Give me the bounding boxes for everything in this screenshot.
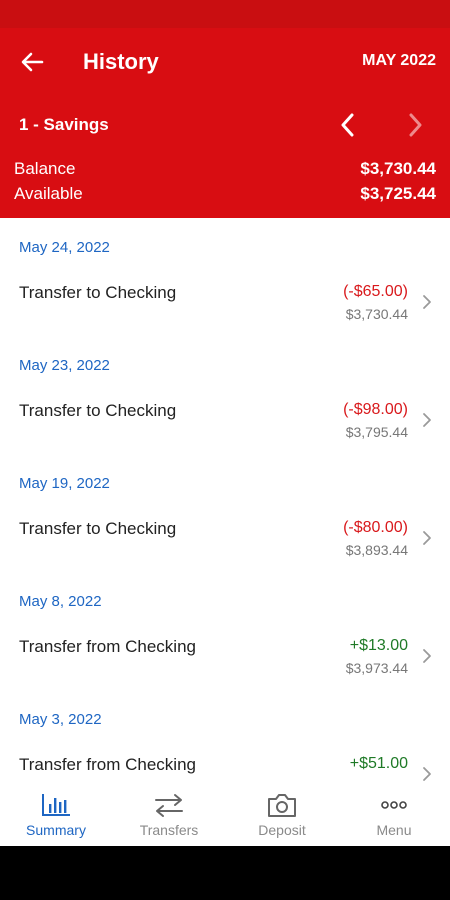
transaction-amount: (-$98.00) [343,401,408,418]
transaction-date: May 19, 2022 [19,475,110,492]
transaction-amount: (-$80.00) [343,519,408,536]
transaction-amount: +$13.00 [349,637,408,654]
header: History MAY 2022 1 - Savings Balance $3,… [0,28,450,218]
next-account-icon[interactable] [403,112,427,138]
tab-deposit[interactable]: Deposit [226,786,338,846]
transaction-description: Transfer from Checking [19,637,196,656]
app-screen: History MAY 2022 1 - Savings Balance $3,… [0,0,450,846]
transaction-date: May 24, 2022 [19,239,110,256]
bar-chart-icon [40,792,72,818]
chevron-right-icon [420,292,434,312]
camera-icon [266,792,298,818]
tab-transfers[interactable]: Transfers [113,786,225,846]
transaction-group: May 24, 2022 Transfer to Checking (-$65.… [0,218,450,336]
tab-label: Summary [26,822,86,838]
tab-label: Deposit [258,822,306,838]
available-label: Available [14,184,83,203]
transaction-group: May 3, 2022 Transfer from Checking +$51.… [0,690,450,786]
chevron-right-icon [420,528,434,548]
transaction-date: May 23, 2022 [19,357,110,374]
transaction-group: May 8, 2022 Transfer from Checking +$13.… [0,572,450,690]
previous-account-icon[interactable] [336,112,360,138]
more-dots-icon [378,792,410,818]
account-name: 1 - Savings [19,115,109,134]
transaction-date: May 3, 2022 [19,711,102,728]
transaction-balance: $3,893.44 [345,542,408,558]
chevron-right-icon [420,764,434,784]
transfer-arrows-icon [153,792,185,818]
tab-summary[interactable]: Summary [0,786,112,846]
month-label[interactable]: MAY 2022 [362,51,436,71]
transaction-description: Transfer to Checking [19,283,177,302]
transaction-row[interactable]: Transfer to Checking (-$98.00) $3,795.44 [0,386,450,454]
transaction-balance: $3,973.44 [345,660,408,676]
transaction-group: May 23, 2022 Transfer to Checking (-$98.… [0,336,450,454]
chevron-right-icon [420,410,434,430]
transaction-description: Transfer to Checking [19,401,177,420]
tab-label: Transfers [139,822,199,838]
transaction-description: Transfer from Checking [19,755,196,774]
transaction-row[interactable]: Transfer to Checking (-$80.00) $3,893.44 [0,504,450,572]
transaction-balance: $3,730.44 [345,306,408,322]
page-title: History [83,49,159,74]
transaction-row[interactable]: Transfer from Checking +$51.00 [0,740,450,786]
transaction-row[interactable]: Transfer to Checking (-$65.00) $3,730.44 [0,268,450,336]
tab-label: Menu [376,822,412,838]
status-bar [0,0,450,28]
transaction-date: May 8, 2022 [19,593,102,610]
chevron-right-icon [420,646,434,666]
transaction-amount: +$51.00 [349,755,408,772]
bottom-tab-bar: Summary Transfers Deposit Menu [0,786,450,846]
transaction-row[interactable]: Transfer from Checking +$13.00 $3,973.44 [0,622,450,690]
balance-value: $3,730.44 [360,159,436,178]
tab-menu[interactable]: Menu [338,786,450,846]
system-navigation-bar [0,846,450,900]
available-value: $3,725.44 [360,184,436,203]
transaction-balance: $3,795.44 [345,424,408,440]
balance-label: Balance [14,159,76,178]
back-arrow-icon[interactable] [18,48,46,76]
transaction-list: May 24, 2022 Transfer to Checking (-$65.… [0,218,450,786]
transaction-amount: (-$65.00) [343,283,408,300]
transaction-description: Transfer to Checking [19,519,177,538]
transaction-group: May 19, 2022 Transfer to Checking (-$80.… [0,454,450,572]
